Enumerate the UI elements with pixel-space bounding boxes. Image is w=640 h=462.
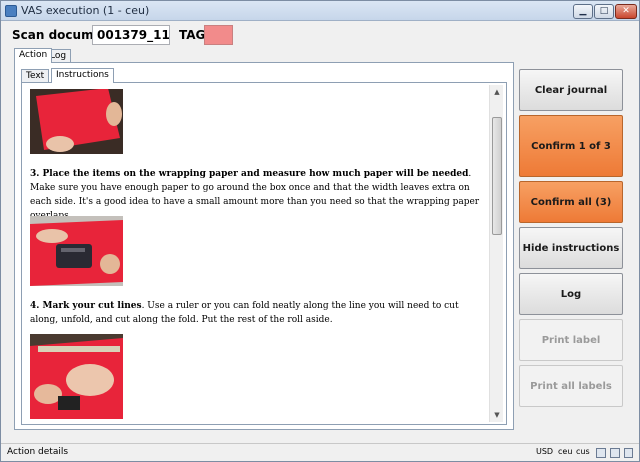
instruction-photo-cutting [30,334,123,419]
status-close-icon[interactable] [624,448,633,458]
maximize-icon: □ [599,6,609,16]
action-panel: Text Instructions 3. Place the items on … [14,62,514,430]
clear-journal-button[interactable]: Clear journal [519,69,623,111]
instruction-photo-measuring [30,216,123,286]
tab-instructions[interactable]: Instructions [51,68,114,83]
tag-color-swatch [204,25,233,45]
log-button[interactable]: Log [519,273,623,315]
instruction-step-3: 3. Place the items on the wrapping paper… [30,167,485,223]
app-window: VAS execution (1 - ceu) ▁ □ ✕ Scan docum… [0,0,640,462]
status-currency[interactable]: USD [536,447,553,456]
confirm-one-button[interactable]: Confirm 1 of 3 [519,115,623,177]
step-3-title: 3. Place the items on the wrapping paper… [30,169,469,179]
window-title: VAS execution (1 - ceu) [21,4,150,17]
instructions-scrollbar[interactable]: ▲ ▼ [489,85,503,422]
minimize-button[interactable]: ▁ [573,4,593,19]
instruction-step-4: 4. Mark your cut lines. Use a ruler or y… [30,299,485,327]
close-icon: ✕ [622,6,630,16]
status-text: Action details [7,447,69,457]
title-bar: VAS execution (1 - ceu) ▁ □ ✕ [1,1,639,21]
instructions-panel: 3. Place the items on the wrapping paper… [21,82,507,425]
step-4-title: 4. Mark your cut lines [30,301,142,311]
print-all-labels-button[interactable]: Print all labels [519,365,623,407]
hide-instructions-button[interactable]: Hide instructions [519,227,623,269]
scroll-down-arrow-icon[interactable]: ▼ [490,408,504,422]
scan-document-input[interactable]: 001379_116 [92,25,170,45]
status-notification-icon[interactable] [596,448,606,458]
status-user[interactable]: cus [576,447,590,456]
confirm-all-button[interactable]: Confirm all (3) [519,181,623,223]
status-company[interactable]: ceu [558,447,572,456]
maximize-button[interactable]: □ [594,4,614,19]
app-icon [5,5,17,17]
print-label-button[interactable]: Print label [519,319,623,361]
instructions-content: 3. Place the items on the wrapping paper… [30,89,485,419]
instruction-photo-wrapping-paper [30,89,123,154]
tab-action[interactable]: Action [14,48,53,63]
scrollbar-thumb[interactable] [492,117,502,235]
scroll-up-arrow-icon[interactable]: ▲ [490,85,504,99]
minimize-icon: ▁ [579,6,587,16]
tab-text[interactable]: Text [21,69,50,83]
status-settings-icon[interactable] [610,448,620,458]
scan-row: Scan document: 001379_116 TAG: [1,22,639,48]
status-bar: Action details USD ceu cus [1,443,639,461]
close-button[interactable]: ✕ [615,4,637,19]
